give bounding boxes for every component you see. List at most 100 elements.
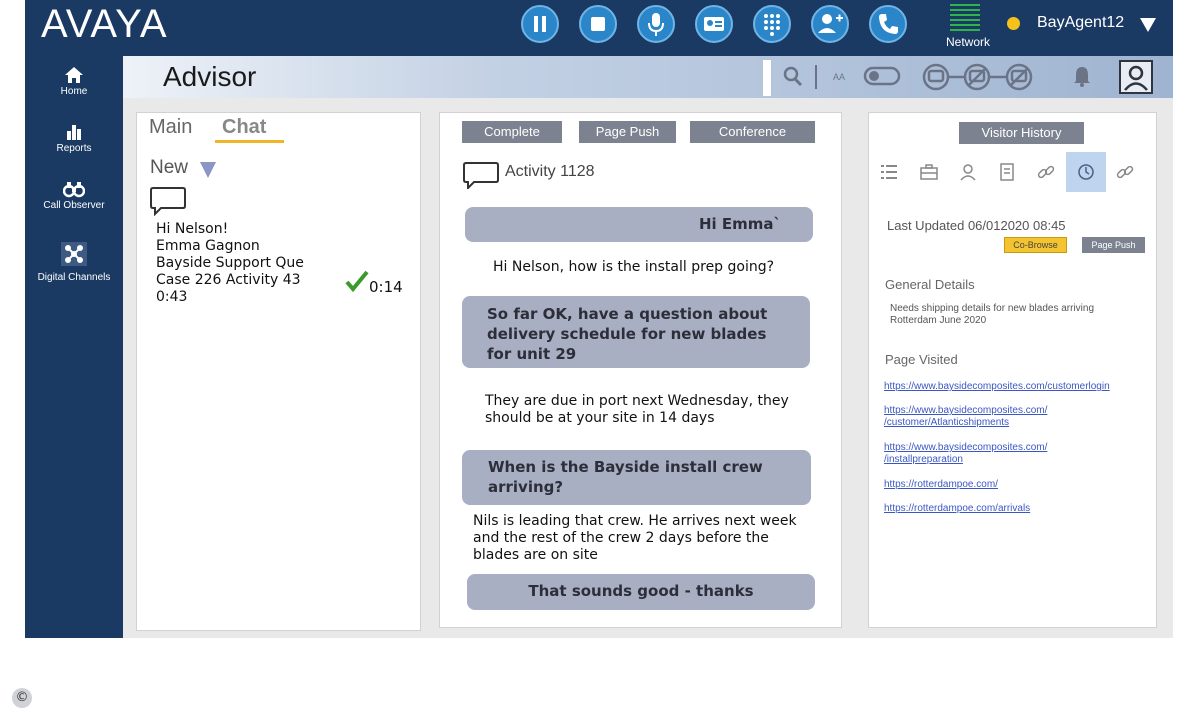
link-line: https://www.baysidecomposites.com/ — [884, 442, 1048, 453]
phone-icon[interactable] — [869, 5, 907, 43]
visited-link[interactable]: https://www.baysidecomposites.com/ /inst… — [884, 442, 1047, 466]
avaya-logo: AVAYA — [41, 2, 168, 46]
cobrowse-controls-icon[interactable] — [919, 62, 1039, 92]
message-line: and the rest of the crew 2 days before t… — [473, 530, 769, 546]
message-line: When is the Bayside install crew — [488, 458, 763, 476]
top-bar: AVAYA Network BayAgent12 — [25, 0, 1173, 56]
profile-icon[interactable] — [1118, 59, 1154, 95]
dialpad-icon[interactable] — [753, 5, 791, 43]
visitor-page-push-button[interactable]: Page Push — [1082, 237, 1145, 253]
add-user-icon[interactable] — [811, 5, 849, 43]
page-title: Advisor — [163, 61, 257, 92]
filter-dropdown-icon[interactable] — [200, 162, 216, 178]
nav-label-call-observer: Call Observer — [43, 200, 105, 211]
copyright-icon: © — [12, 688, 32, 708]
nav-item-call-observer[interactable]: Call Observer — [25, 180, 123, 211]
page-push-button[interactable]: Page Push — [579, 121, 676, 143]
details-line: Rotterdam June 2020 — [890, 315, 987, 326]
link-line: /installpreparation — [884, 454, 963, 465]
conversation-panel: Main Chat New Hi Nelson! Emma Gagnon Bay… — [136, 112, 421, 631]
share-link-icon[interactable] — [1115, 162, 1135, 182]
link-line: https://www.baysidecomposites.com/ — [884, 405, 1048, 416]
digital-channels-icon — [61, 242, 87, 266]
toolbar-divider-icon — [763, 60, 771, 96]
customer-message: When is the Bayside install crew arrivin… — [462, 450, 811, 505]
message-line: delivery schedule for new blades — [487, 325, 767, 343]
visited-link[interactable]: https://www.baysidecomposites.com/custom… — [884, 381, 1110, 393]
activity-title: Activity 1128 — [505, 163, 595, 180]
microphone-icon[interactable] — [637, 5, 675, 43]
nav-item-home[interactable]: Home — [25, 66, 123, 97]
conversation-duration: 0:43 — [156, 289, 188, 305]
chat-panel: Complete Page Push Conference Activity 1… — [439, 112, 842, 628]
active-tab-indicator — [215, 140, 284, 143]
user-icon[interactable] — [958, 162, 978, 182]
svg-text:AA: AA — [833, 72, 845, 82]
conference-button[interactable]: Conference — [690, 121, 815, 143]
general-details-text: Needs shipping details for new blades ar… — [890, 303, 1094, 327]
advisor-header: Advisor AA — [123, 56, 1173, 98]
conversation-case: Case 226 Activity 43 — [156, 272, 301, 288]
bell-icon[interactable] — [1071, 62, 1093, 90]
contact-card-icon[interactable] — [695, 5, 733, 43]
message-line: for unit 29 — [487, 345, 577, 363]
bar-chart-icon — [67, 125, 81, 140]
customer-message: That sounds good - thanks — [467, 574, 815, 610]
message-line: should be at your site in 14 days — [485, 410, 715, 426]
agent-message: Nils is leading that crew. He arrives ne… — [473, 513, 797, 564]
chat-bubble-icon — [150, 187, 186, 216]
last-updated: Last Updated 06/012020 08:45 — [887, 218, 1066, 233]
message-line: They are due in port next Wednesday, the… — [485, 393, 789, 409]
page-visited-heading: Page Visited — [885, 352, 958, 367]
nav-label-digital-channels: Digital Channels — [37, 272, 111, 283]
message-line: arriving? — [488, 478, 564, 496]
complete-button[interactable]: Complete — [462, 121, 562, 143]
tab-main[interactable]: Main — [149, 116, 192, 139]
link-icon[interactable] — [1036, 162, 1056, 182]
customer-message: Hi Emma` — [465, 207, 813, 242]
link-line: /customer/Atlanticshipments — [884, 417, 1010, 428]
document-icon[interactable] — [997, 162, 1017, 182]
checkmark-icon — [345, 270, 369, 293]
agent-message: Hi Nelson, how is the install prep going… — [493, 259, 775, 275]
tab-chat[interactable]: Chat — [222, 116, 266, 139]
clock-icon[interactable] — [1076, 162, 1096, 182]
nav-item-digital-channels[interactable]: Digital Channels — [25, 242, 123, 283]
list-icon[interactable] — [879, 162, 899, 182]
general-details-heading: General Details — [885, 277, 975, 292]
network-indicator: Network — [942, 0, 994, 52]
agent-message: They are due in port next Wednesday, the… — [485, 393, 789, 427]
message-line: blades are on site — [473, 547, 598, 563]
left-nav: Home Reports Call Observer Digital Chann… — [25, 56, 123, 638]
stop-icon[interactable] — [579, 5, 617, 43]
agent-menu-caret-icon[interactable] — [1140, 18, 1156, 32]
search-icon[interactable] — [781, 62, 805, 90]
home-icon — [65, 67, 83, 83]
app-window: AVAYA Network BayAgent12 Home Reports Ca… — [25, 0, 1173, 638]
visited-link[interactable]: https://www.baysidecomposites.com/ /cust… — [884, 405, 1047, 429]
message-line: So far OK, have a question about — [487, 305, 768, 323]
conversation-item[interactable]: Hi Nelson! Emma Gagnon Bayside Support Q… — [156, 221, 304, 306]
visitor-panel: Visitor History Last Updated 06/012020 0… — [868, 112, 1157, 628]
visited-link[interactable]: https://rotterdampoe.com/arrivals — [884, 503, 1030, 515]
network-bars-icon — [950, 4, 980, 32]
pause-icon[interactable] — [521, 5, 559, 43]
nav-item-reports[interactable]: Reports — [25, 123, 123, 154]
visitor-history-button[interactable]: Visitor History — [959, 122, 1084, 144]
status-dot — [1007, 17, 1020, 30]
conversation-timer: 0:14 — [369, 278, 403, 296]
briefcase-icon[interactable] — [919, 162, 939, 182]
customer-message: So far OK, have a question about deliver… — [462, 296, 810, 368]
cobrowse-button[interactable]: Co-Browse — [1004, 237, 1067, 253]
auto-answer-toggle-icon[interactable]: AA — [831, 62, 903, 90]
conversation-queue: Bayside Support Que — [156, 255, 304, 271]
filter-new-label[interactable]: New — [150, 157, 188, 179]
message-line: Nils is leading that crew. He arrives ne… — [473, 513, 797, 529]
details-line: Needs shipping details for new blades ar… — [890, 303, 1095, 314]
agent-name[interactable]: BayAgent12 — [1037, 14, 1124, 32]
nav-label-reports: Reports — [56, 143, 92, 154]
conversation-customer: Emma Gagnon — [156, 238, 260, 254]
visited-link[interactable]: https://rotterdampoe.com/ — [884, 479, 998, 491]
nav-label-home: Home — [60, 86, 88, 97]
network-label: Network — [945, 35, 990, 49]
